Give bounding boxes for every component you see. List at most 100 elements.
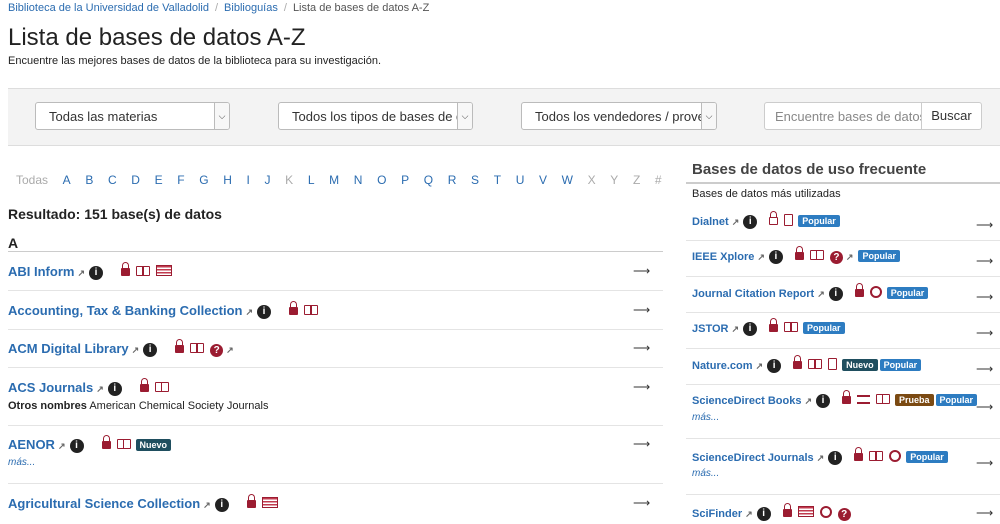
az-letter[interactable]: N: [354, 173, 363, 187]
info-icon[interactable]: i: [828, 451, 843, 465]
az-letter[interactable]: I: [247, 173, 250, 187]
az-letter[interactable]: E: [155, 173, 163, 187]
database-link[interactable]: ScienceDirect Books ↗ i Prueba Popular: [692, 390, 978, 408]
database-link[interactable]: Agricultural Science Collection ↗ i: [8, 494, 278, 512]
az-letter[interactable]: A: [63, 173, 71, 187]
info-icon[interactable]: i: [107, 382, 122, 396]
az-letter[interactable]: U: [516, 173, 525, 187]
vendor-select[interactable]: Todos los vendedores / proveedores ⌵: [521, 102, 717, 130]
az-all[interactable]: Todas: [16, 173, 48, 187]
share-icon[interactable]: ⟶: [633, 264, 650, 278]
database-link[interactable]: ACM Digital Library ↗ i? ↗: [8, 339, 234, 357]
more-link[interactable]: más...: [8, 457, 35, 468]
list-item: ACS Journals ↗ i Otros nombres American Ch…: [8, 367, 663, 426]
info-icon[interactable]: i: [143, 343, 158, 357]
database-name[interactable]: ScienceDirect Books: [692, 395, 801, 407]
database-link[interactable]: JSTOR ↗ i Popular: [692, 318, 845, 336]
az-letter[interactable]: J: [265, 173, 271, 187]
book-icon: [869, 451, 884, 461]
info-icon[interactable]: i: [257, 305, 272, 319]
breadcrumb-link-library[interactable]: Biblioteca de la Universidad de Valladol…: [8, 2, 209, 14]
az-letter[interactable]: B: [85, 173, 93, 187]
info-icon[interactable]: i: [69, 439, 84, 453]
info-icon[interactable]: i: [768, 250, 783, 264]
database-link[interactable]: ACS Journals ↗ i: [8, 378, 169, 396]
az-letter[interactable]: W: [562, 173, 573, 187]
az-letter[interactable]: O: [377, 173, 386, 187]
breadcrumb-link-biblioguias[interactable]: Biblioguías: [224, 2, 278, 14]
database-name[interactable]: ABI Inform: [8, 264, 74, 279]
az-letter[interactable]: F: [177, 173, 184, 187]
database-name[interactable]: Journal Citation Report: [692, 288, 814, 300]
az-letter[interactable]: H: [223, 173, 232, 187]
sidebar-item: ScienceDirect Journals ↗ i Popular más... ⟶: [686, 438, 1000, 495]
share-icon[interactable]: ⟶: [976, 290, 993, 304]
az-letter[interactable]: M: [329, 173, 339, 187]
more-link[interactable]: más...: [692, 468, 719, 479]
info-icon[interactable]: i: [828, 287, 843, 301]
database-link[interactable]: IEEE Xplore ↗ i? ↗ Popular: [692, 246, 900, 264]
az-letter[interactable]: P: [401, 173, 409, 187]
az-letter[interactable]: T: [494, 173, 501, 187]
database-name[interactable]: AENOR: [8, 437, 55, 452]
type-select[interactable]: Todos los tipos de bases de datos ⌵: [278, 102, 473, 130]
external-link-icon: ↗: [245, 307, 254, 317]
trial-badge: Prueba: [894, 394, 934, 406]
share-icon[interactable]: ⟶: [633, 496, 650, 510]
subject-select[interactable]: Todas las materias ⌵: [35, 102, 230, 130]
sidebar-item: Dialnet ↗ i Popular ⟶: [686, 204, 1000, 241]
info-icon[interactable]: i: [743, 215, 758, 229]
az-letter[interactable]: S: [471, 173, 479, 187]
share-icon[interactable]: ⟶: [976, 362, 993, 376]
target-icon: [889, 450, 902, 462]
share-icon[interactable]: ⟶: [976, 506, 993, 520]
info-icon[interactable]: i: [743, 322, 758, 336]
info-icon[interactable]: i: [815, 394, 830, 408]
share-icon[interactable]: ⟶: [976, 254, 993, 268]
alternate-names-value: American Chemical Society Journals: [89, 400, 269, 412]
database-link[interactable]: Nature.com ↗ i Nuevo Popular: [692, 355, 922, 373]
database-link[interactable]: ABI Inform ↗ i: [8, 262, 172, 280]
az-letter[interactable]: D: [131, 173, 140, 187]
az-letter[interactable]: V: [539, 173, 547, 187]
database-name[interactable]: IEEE Xplore: [692, 251, 754, 263]
database-name[interactable]: Nature.com: [692, 360, 753, 372]
database-name[interactable]: ACS Journals: [8, 380, 93, 395]
database-name[interactable]: Agricultural Science Collection: [8, 496, 200, 511]
info-icon[interactable]: i: [214, 498, 229, 512]
az-letter[interactable]: Q: [424, 173, 433, 187]
info-icon[interactable]: i: [767, 359, 782, 373]
search-input[interactable]: Encuentre bases de datos: [764, 102, 922, 130]
az-letter[interactable]: C: [108, 173, 117, 187]
more-link[interactable]: más...: [692, 412, 719, 423]
sidebar-item: SciFinder ↗ i? ⟶: [686, 494, 1000, 524]
share-icon[interactable]: ⟶: [976, 400, 993, 414]
database-name[interactable]: JSTOR: [692, 323, 728, 335]
database-name[interactable]: ACM Digital Library: [8, 341, 129, 356]
az-letter[interactable]: G: [199, 173, 208, 187]
database-link[interactable]: AENOR ↗ i Nuevo: [8, 435, 172, 453]
share-icon[interactable]: ⟶: [976, 218, 993, 232]
share-icon[interactable]: ⟶: [633, 303, 650, 317]
database-link[interactable]: SciFinder ↗ i?: [692, 503, 851, 521]
search-button[interactable]: Buscar: [922, 102, 982, 130]
share-icon[interactable]: ⟶: [633, 437, 650, 451]
database-link[interactable]: Accounting, Tax & Banking Collection ↗ i: [8, 301, 319, 319]
database-name[interactable]: ScienceDirect Journals: [692, 452, 814, 464]
share-icon[interactable]: ⟶: [633, 341, 650, 355]
database-link[interactable]: Journal Citation Report ↗ i Popular: [692, 283, 929, 301]
database-link[interactable]: Dialnet ↗ i Popular: [692, 211, 840, 229]
letter-heading: A: [8, 235, 19, 251]
share-icon[interactable]: ⟶: [976, 326, 993, 340]
info-icon[interactable]: i: [89, 266, 103, 280]
database-name[interactable]: SciFinder: [692, 508, 742, 520]
share-icon[interactable]: ⟶: [633, 380, 650, 394]
database-link[interactable]: ScienceDirect Journals ↗ i Popular: [692, 447, 948, 465]
database-name[interactable]: Dialnet: [692, 216, 729, 228]
database-name[interactable]: Accounting, Tax & Banking Collection: [8, 303, 243, 318]
share-icon[interactable]: ⟶: [976, 456, 993, 470]
az-letter[interactable]: L: [308, 173, 315, 187]
chevron-down-icon: ⌵: [701, 103, 716, 129]
info-icon[interactable]: i: [756, 507, 771, 521]
az-letter[interactable]: R: [448, 173, 457, 187]
